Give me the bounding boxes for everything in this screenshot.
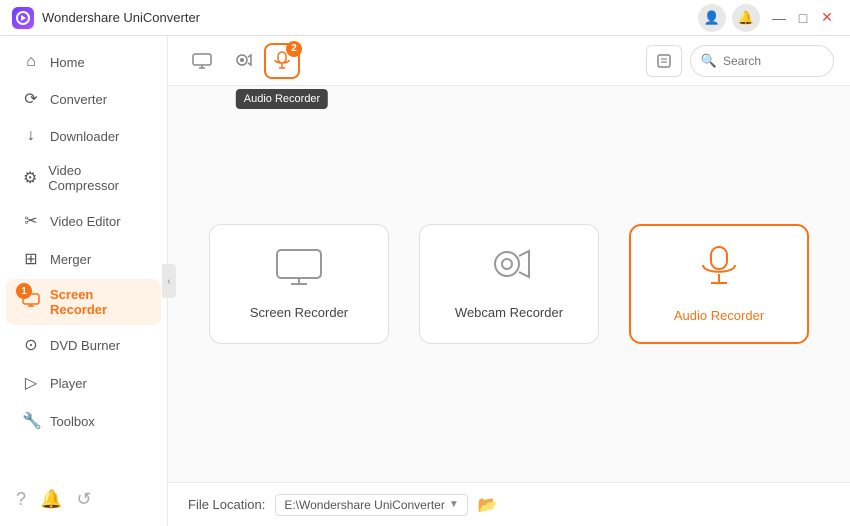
dvd-icon: ⊙ <box>22 335 40 355</box>
file-location-input[interactable]: E:\Wondershare UniConverter ▼ <box>275 494 467 516</box>
toolbox-icon: 🔧 <box>22 411 40 431</box>
dropdown-arrow-icon[interactable]: ▼ <box>449 499 459 510</box>
maximize-button[interactable]: □ <box>792 7 814 29</box>
open-folder-icon[interactable]: 📂 <box>478 495 498 515</box>
top-bar-right: 🔍 <box>646 45 834 77</box>
app-body: ⌂ Home ⟳ Converter ↓ Downloader ⚙ Video … <box>0 36 850 526</box>
file-location-value: E:\Wondershare UniConverter <box>284 498 445 512</box>
sidebar-item-screen-recorder[interactable]: 1 Screen Recorder <box>6 279 161 325</box>
sidebar-item-label: Converter <box>50 92 107 107</box>
sidebar-item-toolbox[interactable]: 🔧 Toolbox <box>6 403 161 439</box>
compressor-icon: ⚙ <box>22 168 38 188</box>
sidebar-item-home[interactable]: ⌂ Home <box>6 45 161 79</box>
webcam-recorder-card-label: Webcam Recorder <box>455 305 563 320</box>
sidebar-item-label: Video Compressor <box>48 163 145 193</box>
app-logo <box>12 7 34 29</box>
sidebar: ⌂ Home ⟳ Converter ↓ Downloader ⚙ Video … <box>0 36 168 526</box>
sidebar-bottom: ? 🔔 ↺ <box>0 481 167 518</box>
sidebar-item-label: Player <box>50 376 87 391</box>
screen-recorder-card[interactable]: Screen Recorder <box>209 224 389 344</box>
top-bar: 2 Audio Recorder 🔍 <box>168 36 850 86</box>
audio-recorder-card[interactable]: Audio Recorder <box>629 224 809 344</box>
help-icon[interactable]: ? <box>16 489 26 510</box>
home-icon: ⌂ <box>22 53 40 71</box>
user-icon[interactable]: 👤 <box>698 4 726 32</box>
converter-icon: ⟳ <box>22 89 40 109</box>
bottom-bar: File Location: E:\Wondershare UniConvert… <box>168 482 850 526</box>
close-button[interactable]: ✕ <box>816 7 838 29</box>
audio-tab-tooltip: Audio Recorder <box>236 89 328 109</box>
sidebar-item-player[interactable]: ▷ Player <box>6 365 161 401</box>
sidebar-item-label: DVD Burner <box>50 338 120 353</box>
downloader-icon: ↓ <box>22 127 40 145</box>
sidebar-item-label: Downloader <box>50 129 119 144</box>
cards-area: Screen Recorder Webcam Recorder Audio Re… <box>168 86 850 482</box>
main-content: 2 Audio Recorder 🔍 Screen <box>168 36 850 526</box>
screen-recorder-card-label: Screen Recorder <box>250 305 348 320</box>
webcam-recorder-card[interactable]: Webcam Recorder <box>419 224 599 344</box>
app-title: Wondershare UniConverter <box>42 10 698 25</box>
webcam-recorder-card-icon <box>485 248 533 295</box>
notification-icon[interactable]: 🔔 <box>732 4 760 32</box>
refresh-icon[interactable]: ↺ <box>76 489 91 510</box>
sidebar-item-dvd-burner[interactable]: ⊙ DVD Burner <box>6 327 161 363</box>
screen-recorder-card-icon <box>275 248 323 295</box>
search-input[interactable] <box>723 54 823 68</box>
sidebar-item-label: Home <box>50 55 85 70</box>
sidebar-item-label: Video Editor <box>50 214 121 229</box>
merger-icon: ⊞ <box>22 249 40 269</box>
sidebar-item-downloader[interactable]: ↓ Downloader <box>6 119 161 153</box>
search-icon: 🔍 <box>701 53 717 69</box>
editor-icon: ✂ <box>22 211 40 231</box>
bell-icon[interactable]: 🔔 <box>40 489 62 510</box>
sidebar-item-video-compressor[interactable]: ⚙ Video Compressor <box>6 155 161 201</box>
sidebar-item-label: Merger <box>50 252 91 267</box>
screen-tab-button[interactable] <box>184 43 220 79</box>
sidebar-collapse-button[interactable]: ‹ <box>162 264 176 298</box>
audio-recorder-card-label: Audio Recorder <box>674 308 764 323</box>
player-icon: ▷ <box>22 373 40 393</box>
sidebar-item-video-editor[interactable]: ✂ Video Editor <box>6 203 161 239</box>
file-location-label: File Location: <box>188 497 265 512</box>
minimize-button[interactable]: — <box>768 7 790 29</box>
search-box[interactable]: 🔍 <box>690 45 834 77</box>
sidebar-item-label: Toolbox <box>50 414 95 429</box>
title-bar-controls: 👤 🔔 <box>698 4 760 32</box>
audio-tab-badge: 2 <box>286 41 302 57</box>
sidebar-item-converter[interactable]: ⟳ Converter <box>6 81 161 117</box>
file-history-button[interactable] <box>646 45 682 77</box>
sidebar-item-label: Screen Recorder <box>50 287 145 317</box>
sidebar-badge: 1 <box>16 283 32 299</box>
window-controls: — □ ✕ <box>768 7 838 29</box>
audio-tab-button[interactable]: 2 Audio Recorder <box>264 43 300 79</box>
title-bar: Wondershare UniConverter 👤 🔔 — □ ✕ <box>0 0 850 36</box>
webcam-tab-button[interactable] <box>224 43 260 79</box>
sidebar-item-merger[interactable]: ⊞ Merger <box>6 241 161 277</box>
audio-recorder-card-icon <box>699 245 739 298</box>
